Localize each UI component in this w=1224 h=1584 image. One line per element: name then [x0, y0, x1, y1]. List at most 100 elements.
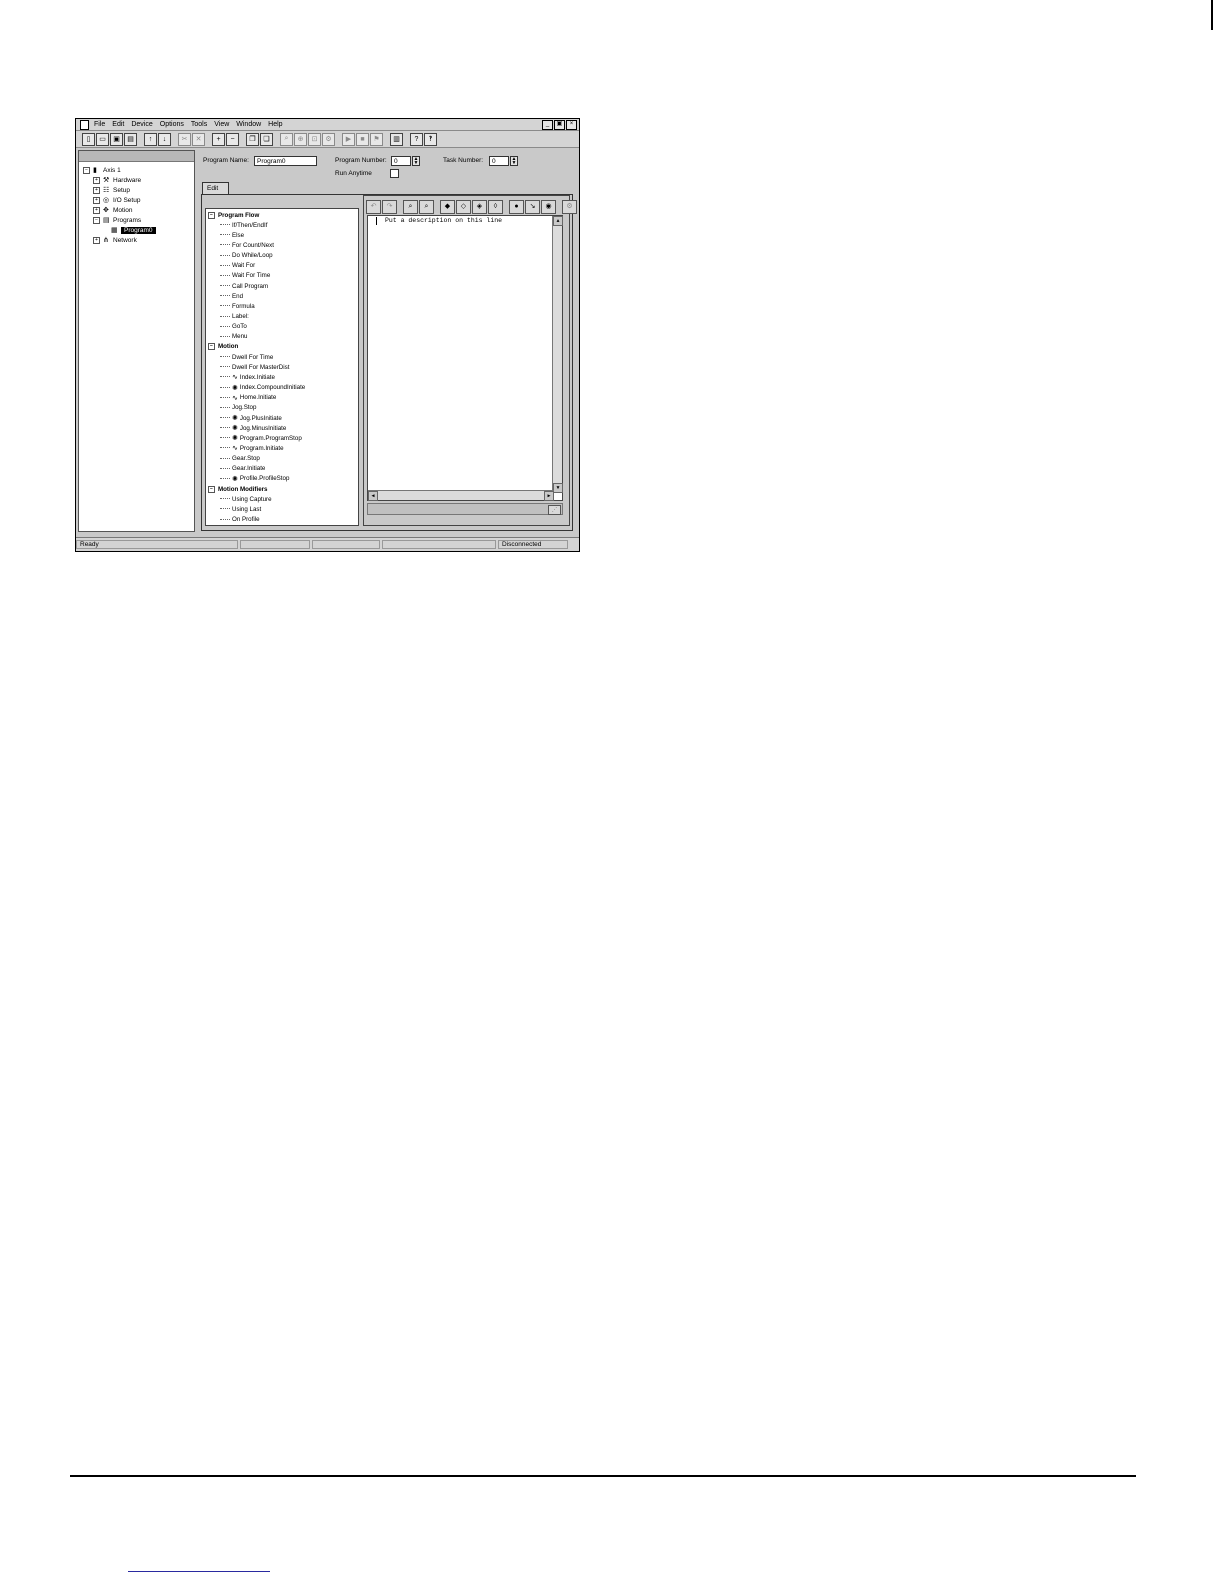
- command-item[interactable]: Call Program: [220, 281, 268, 291]
- command-item[interactable]: Menu: [220, 332, 247, 342]
- watch-icon[interactable]: ◉: [541, 200, 556, 214]
- close-button[interactable]: ×: [566, 120, 577, 130]
- command-item[interactable]: Wait For Time: [220, 271, 270, 281]
- scroll-right-icon[interactable]: ▶: [544, 491, 554, 501]
- task-number-input[interactable]: 0: [489, 156, 509, 166]
- scroll-down-icon[interactable]: ▼: [553, 483, 563, 493]
- flag-icon[interactable]: ⚑: [370, 132, 383, 146]
- tree-item-axis-1[interactable]: − ▮ Axis 1: [83, 165, 121, 175]
- command-item[interactable]: Label:: [220, 312, 249, 322]
- command-item[interactable]: Gear.Stop: [220, 454, 260, 464]
- menu-view[interactable]: View: [214, 121, 229, 128]
- expand-icon[interactable]: +: [93, 196, 100, 204]
- undo-icon[interactable]: ↶: [366, 200, 381, 214]
- resize-grip-icon[interactable]: ⋰: [548, 505, 561, 515]
- stop-icon[interactable]: ■: [356, 132, 369, 146]
- save-icon[interactable]: ▣: [110, 132, 123, 146]
- command-item[interactable]: ∿ Program.Initiate: [220, 443, 284, 453]
- tree-item-programs[interactable]: − ▤ Programs: [93, 215, 141, 225]
- collapse-icon[interactable]: −: [83, 166, 90, 174]
- tree-item-i-o-setup[interactable]: + ◎ I/O Setup: [93, 195, 140, 205]
- command-item[interactable]: ∿ Index.Initiate: [220, 372, 275, 382]
- find-next-icon[interactable]: ⌕: [419, 200, 434, 214]
- command-item[interactable]: Using Last: [220, 504, 261, 514]
- delete-icon[interactable]: ✕: [192, 132, 205, 146]
- menu-file[interactable]: File: [94, 121, 105, 128]
- help-icon[interactable]: ?: [410, 132, 423, 146]
- run-anytime-checkbox[interactable]: [390, 169, 399, 178]
- tree-item-program0[interactable]: ▦ Program0: [103, 225, 156, 235]
- open-folder-icon[interactable]: ▭: [96, 132, 109, 146]
- command-item[interactable]: Wait For: [220, 261, 255, 271]
- expand-icon[interactable]: +: [93, 186, 100, 194]
- bookmark-icon[interactable]: ◆: [440, 200, 455, 214]
- menu-edit[interactable]: Edit: [112, 121, 124, 128]
- context-help-icon[interactable]: ‽: [424, 132, 437, 146]
- breakpoint-icon[interactable]: ●: [509, 200, 524, 214]
- command-item[interactable]: For Count/Next: [220, 240, 274, 250]
- upload-icon[interactable]: ↑: [144, 132, 157, 146]
- compile-icon[interactable]: ⚙: [322, 132, 335, 146]
- command-tree[interactable]: − Program Flow If/Then/EndIf Else For Count/…: [205, 208, 359, 526]
- command-item[interactable]: End: [220, 291, 243, 301]
- command-item[interactable]: ✺ Index.CompoundInitiate: [220, 383, 305, 393]
- tree-item-setup[interactable]: + ☷ Setup: [93, 185, 130, 195]
- menu-window[interactable]: Window: [236, 121, 261, 128]
- menu-device[interactable]: Device: [131, 121, 152, 128]
- redo-icon[interactable]: ↷: [382, 200, 397, 214]
- new-file-icon[interactable]: ▯: [82, 132, 95, 146]
- command-group[interactable]: − Motion: [208, 342, 238, 352]
- bookmark-prev-icon[interactable]: ◈: [472, 200, 487, 214]
- settings-icon[interactable]: ⚙: [562, 200, 577, 214]
- command-item[interactable]: Gear.Initiate: [220, 464, 265, 474]
- copy-icon[interactable]: ❐: [246, 132, 259, 146]
- scroll-up-icon[interactable]: ▲: [553, 216, 563, 226]
- command-item[interactable]: Using Capture: [220, 494, 272, 504]
- menu-help[interactable]: Help: [268, 121, 282, 128]
- command-item[interactable]: ∿ Home.Initiate: [220, 393, 276, 403]
- command-item[interactable]: On Profile: [220, 515, 260, 525]
- command-group[interactable]: − Motion Modifiers: [208, 484, 268, 494]
- scroll-left-icon[interactable]: ◀: [368, 491, 378, 501]
- find-icon[interactable]: ⌕: [280, 132, 293, 146]
- collapse-icon[interactable]: −: [93, 216, 100, 224]
- task-number-spinner[interactable]: ▲ ▼: [510, 156, 518, 166]
- command-item[interactable]: ✺ Jog.PlusInitiate: [220, 413, 282, 423]
- program-name-input[interactable]: Program0: [254, 156, 317, 166]
- command-item[interactable]: Else: [220, 230, 244, 240]
- program-number-input[interactable]: 0: [391, 156, 411, 166]
- horizontal-scrollbar[interactable]: ◀ ▶: [368, 490, 554, 501]
- command-item[interactable]: ✺ Jog.MinusInitiate: [220, 423, 286, 433]
- lock-icon[interactable]: ⊡: [308, 132, 321, 146]
- minimize-button[interactable]: _: [542, 120, 553, 130]
- find-icon[interactable]: ⌕: [403, 200, 418, 214]
- cut-icon[interactable]: ✂: [178, 132, 191, 146]
- run-icon[interactable]: ▶: [342, 132, 355, 146]
- vertical-scrollbar[interactable]: ▲ ▼: [552, 216, 563, 493]
- bookmark-next-icon[interactable]: ◇: [456, 200, 471, 214]
- zoom-icon[interactable]: ⊕: [294, 132, 307, 146]
- expand-icon[interactable]: +: [93, 236, 100, 244]
- program-number-spinner[interactable]: ▲ ▼: [412, 156, 420, 166]
- command-item[interactable]: Jog.Stop: [220, 403, 256, 413]
- command-item[interactable]: ✺ Profile.ProfileStop: [220, 474, 289, 484]
- print-icon[interactable]: ▤: [124, 132, 137, 146]
- collapse-icon[interactable]: −: [208, 343, 215, 351]
- app-icon[interactable]: [80, 119, 89, 130]
- command-item[interactable]: Do While/Loop: [220, 251, 273, 261]
- step-icon[interactable]: ↘: [525, 200, 540, 214]
- command-item[interactable]: ✺ Program.ProgramStop: [220, 433, 302, 443]
- remove-icon[interactable]: −: [226, 132, 239, 146]
- command-item[interactable]: Formula: [220, 301, 255, 311]
- menu-tools[interactable]: Tools: [191, 121, 207, 128]
- maximize-button[interactable]: ▣: [554, 120, 565, 130]
- download-icon[interactable]: ↓: [158, 132, 171, 146]
- expand-icon[interactable]: +: [93, 206, 100, 214]
- expand-icon[interactable]: +: [93, 176, 100, 184]
- bookmark-clear-icon[interactable]: ◊: [488, 200, 503, 214]
- tree-item-motion[interactable]: + ✥ Motion: [93, 205, 133, 215]
- project-tree[interactable]: − ▮ Axis 1 + ⚒ Hardware + ☷ Setup + ◎ I/O Setup + ✥ Mo…: [78, 150, 195, 532]
- layout-icon[interactable]: ▥: [390, 132, 403, 146]
- command-item[interactable]: Dwell For MasterDist: [220, 362, 289, 372]
- command-item[interactable]: Dwell For Time: [220, 352, 273, 362]
